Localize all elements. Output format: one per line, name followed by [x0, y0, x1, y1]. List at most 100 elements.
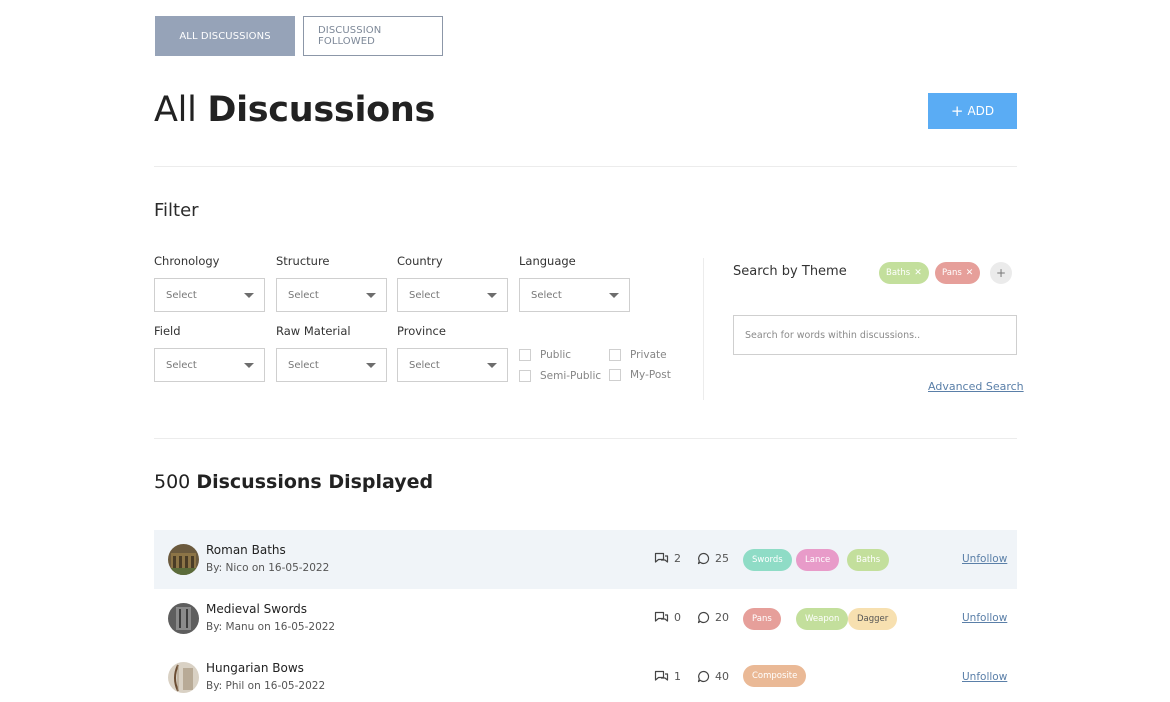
threads-value: 1: [674, 670, 681, 683]
discussion-byline: By: Manu on 16-05-2022: [206, 621, 336, 633]
comment-icon: [697, 552, 710, 565]
table-row[interactable]: Medieval Swords By: Manu on 16-05-2022 0…: [154, 589, 1017, 648]
page-title-light: All: [154, 90, 197, 130]
chevron-down-icon: [487, 362, 497, 368]
theme-chip-baths[interactable]: Baths ✕: [879, 262, 929, 284]
chevron-down-icon: [244, 292, 254, 298]
search-field[interactable]: [733, 315, 1017, 355]
province-label: Province: [397, 324, 446, 338]
chevron-down-icon: [366, 362, 376, 368]
field-label: Field: [154, 324, 181, 338]
theme-chip-pans[interactable]: Pans ✕: [935, 262, 981, 284]
checkbox-box[interactable]: [609, 349, 621, 361]
conversation-icon: [654, 670, 669, 681]
advanced-search-link[interactable]: Advanced Search: [928, 380, 1024, 393]
unfollow-link[interactable]: Unfollow: [962, 553, 1007, 565]
language-select[interactable]: Select: [519, 278, 630, 312]
chronology-filter: Chronology Select: [154, 254, 265, 312]
search-by-theme-label: Search by Theme: [733, 264, 847, 279]
country-filter: Country Select: [397, 254, 508, 312]
chevron-down-icon: [244, 362, 254, 368]
search-input[interactable]: [734, 316, 1016, 354]
comments-value: 40: [715, 670, 729, 683]
tab-all-discussions[interactable]: ALL DISCUSSIONS: [155, 16, 295, 56]
comment-icon: [697, 611, 710, 624]
province-filter: Province Select: [397, 324, 508, 382]
country-label: Country: [397, 254, 443, 268]
semi-public-label: Semi-Public: [540, 370, 602, 382]
structure-select[interactable]: Select: [276, 278, 387, 312]
divider: [154, 166, 1017, 167]
province-value: Select: [409, 359, 440, 371]
discussions-count: 500 Discussions Displayed: [154, 471, 433, 493]
avatar: [168, 603, 199, 634]
theme-chip-label: Pans: [942, 268, 962, 278]
structure-label: Structure: [276, 254, 330, 268]
checkbox-box[interactable]: [609, 369, 621, 381]
tag-badge[interactable]: Weapon: [796, 608, 849, 630]
comments-count: 20: [697, 611, 729, 624]
divider: [154, 438, 1017, 439]
avatar: [168, 662, 199, 693]
threads-value: 0: [674, 611, 681, 624]
public-label: Public: [540, 349, 572, 361]
tag-badge[interactable]: Pans: [743, 608, 781, 630]
public-checkbox[interactable]: Public: [519, 349, 571, 361]
tab-bar: ALL DISCUSSIONS DISCUSSION FOLLOWED: [155, 16, 443, 56]
chronology-select[interactable]: Select: [154, 278, 265, 312]
avatar: [168, 544, 199, 575]
checkbox-box[interactable]: [519, 349, 531, 361]
threads-count: 0: [654, 611, 681, 624]
checkbox-box[interactable]: [519, 370, 531, 382]
field-filter: Field Select: [154, 324, 265, 382]
count-number: 500: [154, 471, 191, 493]
comments-count: 40: [697, 670, 729, 683]
chevron-down-icon: [366, 292, 376, 298]
structure-filter: Structure Select: [276, 254, 387, 312]
filter-divider: [703, 258, 704, 400]
conversation-icon: [654, 611, 669, 622]
discussion-title[interactable]: Medieval Swords: [206, 602, 307, 616]
province-select[interactable]: Select: [397, 348, 508, 382]
discussion-title[interactable]: Roman Baths: [206, 543, 286, 557]
add-button-label: ADD: [967, 104, 995, 118]
comments-count: 25: [697, 552, 729, 565]
tag-badge[interactable]: Lance: [796, 549, 840, 571]
structure-value: Select: [288, 289, 319, 301]
private-checkbox[interactable]: Private: [609, 349, 667, 361]
tag-badge[interactable]: Composite: [743, 665, 807, 687]
discussion-byline: By: Phil on 16-05-2022: [206, 680, 326, 692]
filter-title: Filter: [154, 200, 199, 221]
my-post-checkbox[interactable]: My-Post: [609, 369, 671, 381]
table-row[interactable]: Roman Baths By: Nico on 16-05-2022 2 25 …: [154, 530, 1017, 589]
unfollow-link[interactable]: Unfollow: [962, 671, 1007, 683]
threads-count: 1: [654, 670, 681, 683]
threads-count: 2: [654, 552, 681, 565]
chronology-value: Select: [166, 289, 197, 301]
add-button[interactable]: + ADD: [928, 93, 1017, 129]
comments-value: 25: [715, 552, 729, 565]
raw-material-filter: Raw Material Select: [276, 324, 387, 382]
comments-value: 20: [715, 611, 729, 624]
tag-badge[interactable]: Dagger: [848, 608, 898, 630]
add-theme-button[interactable]: +: [990, 262, 1012, 284]
raw-material-select[interactable]: Select: [276, 348, 387, 382]
country-value: Select: [409, 289, 440, 301]
tab-discussion-followed[interactable]: DISCUSSION FOLLOWED: [303, 16, 443, 56]
plus-icon: +: [950, 101, 964, 120]
country-select[interactable]: Select: [397, 278, 508, 312]
discussion-title[interactable]: Hungarian Bows: [206, 661, 304, 675]
page-title-bold: Discussions: [207, 90, 436, 130]
tag-badge[interactable]: Baths: [847, 549, 890, 571]
semi-public-checkbox[interactable]: Semi-Public: [519, 370, 601, 382]
close-icon[interactable]: ✕: [914, 268, 922, 278]
tag-badge[interactable]: Swords: [743, 549, 792, 571]
language-value: Select: [531, 289, 562, 301]
table-row[interactable]: Hungarian Bows By: Phil on 16-05-2022 1 …: [154, 648, 1017, 702]
raw-material-label: Raw Material: [276, 324, 351, 338]
close-icon[interactable]: ✕: [966, 268, 974, 278]
unfollow-link[interactable]: Unfollow: [962, 612, 1007, 624]
page-title: All Discussions: [154, 90, 435, 130]
field-select[interactable]: Select: [154, 348, 265, 382]
private-label: Private: [630, 349, 667, 361]
